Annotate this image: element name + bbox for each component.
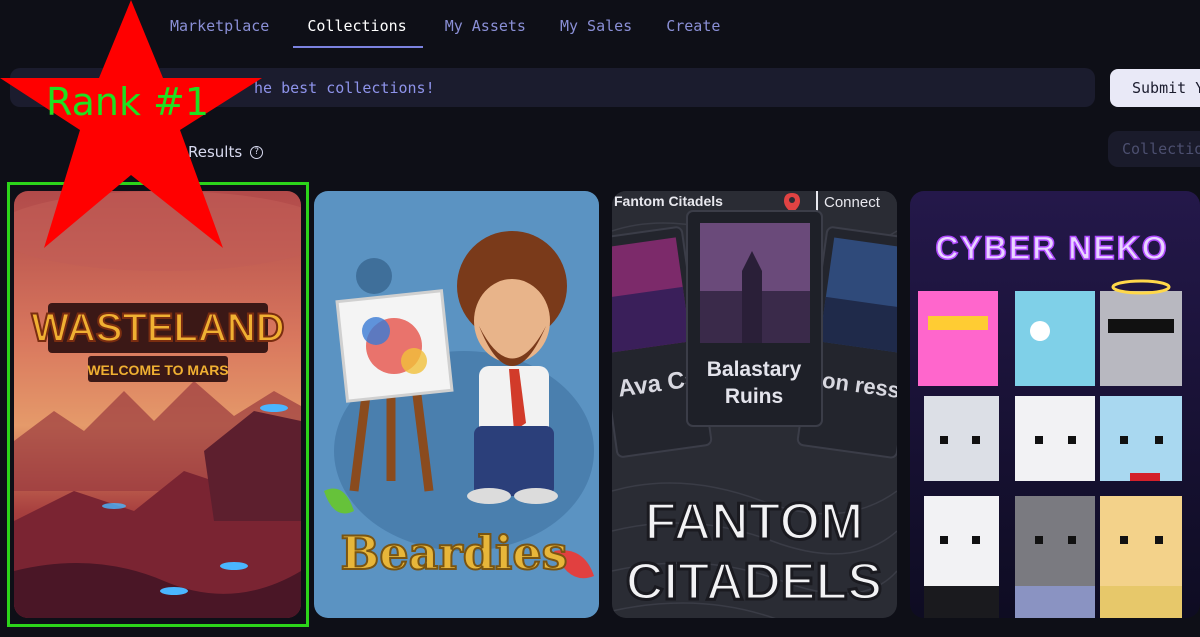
beardies-title: Beardies <box>341 526 568 580</box>
help-icon[interactable]: ? <box>250 145 264 159</box>
results-label: Results <box>188 143 243 161</box>
citadels-title-line2: CITADELS <box>626 553 882 611</box>
citadels-connect-link: Connect <box>824 194 881 211</box>
beardies-artwork: Beardies <box>314 191 599 618</box>
collection-card-wasteland[interactable]: WASTELAND WELCOME TO MARS <box>14 191 301 618</box>
wasteland-subtitle: WELCOME TO MARS <box>87 362 228 378</box>
tab-my-assets[interactable]: My Assets <box>435 0 538 48</box>
tab-my-sales[interactable]: My Sales <box>550 0 644 48</box>
collection-card-beardies[interactable]: Beardies <box>314 191 599 618</box>
citadels-header-title: Fantom Citadels <box>614 193 723 209</box>
collection-card-fantom-citadels[interactable]: Fantom Citadels Connect Ava Ca ellion re… <box>612 191 897 618</box>
citadels-center-card: Balastary <box>707 358 802 381</box>
tab-create[interactable]: Create <box>656 0 732 48</box>
svg-text:Ruins: Ruins <box>725 385 783 408</box>
submit-button[interactable]: Submit Y <box>1110 69 1200 107</box>
cyber-neko-artwork: CYBER NEKO <box>910 191 1200 618</box>
banner-bar: he best collections! <box>10 68 1095 107</box>
collection-card-cyber-neko[interactable]: CYBER NEKO <box>910 191 1200 618</box>
results-header: Results ? <box>188 143 264 161</box>
collections-page: Marketplace Collections My Assets My Sal… <box>0 0 1200 637</box>
fantom-citadels-artwork: Fantom Citadels Connect Ava Ca ellion re… <box>612 191 897 618</box>
tab-marketplace[interactable]: Marketplace <box>160 0 281 48</box>
banner-text: he best collections! <box>254 78 435 97</box>
top-nav: Marketplace Collections My Assets My Sal… <box>160 0 744 50</box>
citadels-title-line1: FANTOM <box>645 493 864 551</box>
cyber-neko-title: CYBER NEKO <box>935 230 1168 266</box>
wasteland-artwork: WASTELAND WELCOME TO MARS <box>14 191 301 618</box>
tab-collections[interactable]: Collections <box>293 0 423 48</box>
wasteland-title: WASTELAND <box>31 306 284 350</box>
collection-filter-button[interactable]: Collectio <box>1108 131 1200 167</box>
